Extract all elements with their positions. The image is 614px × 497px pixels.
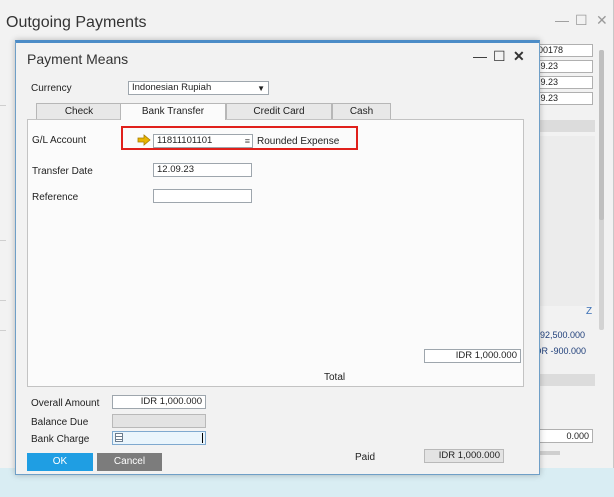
bg-scrollbar-thumb[interactable]	[599, 50, 604, 220]
bank-charge-label: Bank Charge	[31, 434, 90, 445]
dialog-title: Payment Means	[27, 51, 129, 67]
total-label: Total	[324, 372, 346, 383]
tab-credit-card[interactable]: Credit Card	[226, 103, 332, 119]
bg-row-divider	[0, 240, 6, 241]
close-icon[interactable]: ✕	[596, 12, 608, 29]
ok-button[interactable]: OK	[27, 453, 93, 471]
bank-charge-field[interactable]	[112, 431, 206, 445]
currency-value: Indonesian Rupiah	[132, 82, 212, 93]
bg-row-divider	[0, 300, 6, 301]
text-cursor	[202, 433, 203, 443]
tab-cash[interactable]: Cash	[332, 103, 391, 119]
highlight-box	[121, 126, 358, 150]
payment-means-dialog: Payment Means — ☐ ✕ Currency Indonesian …	[15, 40, 540, 475]
minimize-icon[interactable]: —	[555, 12, 569, 28]
reference-label: Reference	[32, 192, 79, 203]
transfer-date-field[interactable]: 12.09.23	[153, 163, 252, 177]
close-icon[interactable]: ✕	[513, 48, 525, 65]
tab-bank-transfer[interactable]: Bank Transfer	[120, 103, 226, 120]
bg-horizontal-scrollbar[interactable]	[540, 451, 560, 455]
tab-credit-card-label: Credit Card	[253, 106, 305, 117]
bg-document-date-field[interactable]: .9.23	[535, 92, 593, 105]
bg-table-link-icon[interactable]: Z	[586, 306, 592, 317]
bg-table-row[interactable]: 192,500.000	[535, 330, 585, 340]
reference-field[interactable]	[153, 189, 252, 203]
tab-cash-label: Cash	[349, 106, 374, 117]
total-field[interactable]: IDR 1,000.000	[424, 349, 521, 363]
balance-due-label: Balance Due	[31, 417, 89, 428]
paid-field: IDR 1,000.000	[424, 449, 504, 463]
overall-amount-field[interactable]: IDR 1,000.000	[112, 395, 206, 409]
transfer-date-label: Transfer Date	[32, 166, 93, 177]
tab-check[interactable]: Check	[36, 103, 122, 119]
bg-due-date-field[interactable]: .9.23	[535, 76, 593, 89]
maximize-icon[interactable]: ☐	[575, 12, 588, 29]
bg-table-row[interactable]: DR -900.000	[535, 346, 586, 356]
bg-posting-date-field[interactable]: .9.23	[535, 60, 593, 73]
overall-amount-label: Overall Amount	[31, 398, 100, 409]
bg-document-number-field[interactable]: 00178	[535, 44, 593, 57]
gl-account-label: G/L Account	[32, 135, 87, 146]
bg-total-field[interactable]: 0.000	[535, 429, 593, 443]
maximize-icon[interactable]: ☐	[493, 48, 506, 65]
currency-dropdown[interactable]: Indonesian Rupiah ▼	[128, 81, 269, 95]
currency-label: Currency	[31, 83, 72, 94]
chevron-down-icon[interactable]: ▼	[257, 83, 265, 95]
bg-gray-strip	[535, 374, 595, 386]
balance-due-field	[112, 414, 206, 428]
bg-row-divider	[0, 330, 6, 331]
calculator-icon[interactable]	[115, 433, 123, 442]
bank-transfer-panel	[27, 119, 524, 387]
bg-gray-strip	[535, 120, 595, 132]
bg-table-area	[535, 136, 595, 306]
outgoing-payments-title: Outgoing Payments	[6, 14, 147, 31]
tab-bank-transfer-label: Bank Transfer	[141, 106, 205, 117]
cancel-button[interactable]: Cancel	[97, 453, 162, 471]
minimize-icon[interactable]: —	[473, 48, 487, 64]
tab-check-label: Check	[64, 106, 94, 117]
bg-row-divider	[0, 105, 6, 106]
paid-label: Paid	[355, 452, 376, 463]
